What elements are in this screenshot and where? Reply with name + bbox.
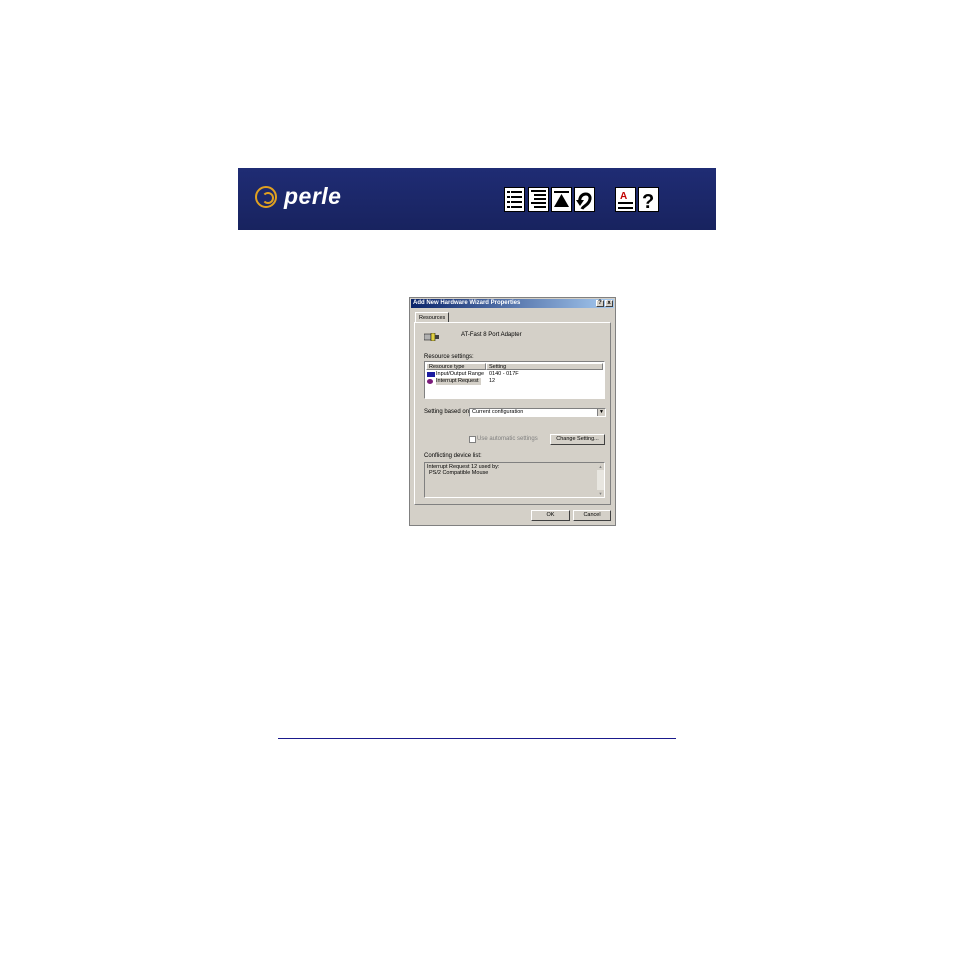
table-row[interactable]: Input/Output Range 0140 - 017F [426, 371, 603, 378]
chevron-down-icon[interactable]: ▼ [597, 409, 605, 416]
setting-based-on-label: Setting based on: [424, 409, 471, 415]
glossary-icon[interactable]: A [615, 187, 636, 212]
perle-logo-icon [255, 186, 277, 208]
scroll-up-icon[interactable]: ▲ [597, 463, 604, 470]
resource-settings-list[interactable]: Resource type Setting Input/Output Range… [424, 361, 605, 399]
resource-type-cell: Input/Output Range [436, 371, 485, 377]
setting-based-on-select[interactable]: Current configuration ▼ [469, 408, 606, 417]
ok-button[interactable]: OK [531, 510, 570, 521]
table-row[interactable]: Interrupt Request 12 [426, 378, 603, 385]
footer-divider [278, 738, 676, 739]
column-header-resource-type[interactable]: Resource type [426, 363, 486, 370]
svg-text:?: ? [642, 191, 654, 211]
device-name: AT-Fast 8 Port Adapter [461, 332, 522, 338]
conflicting-device-list[interactable]: Interrupt Request 12 used by: PS/2 Compa… [424, 462, 605, 498]
auto-settings-checkbox[interactable] [469, 436, 476, 443]
dialog-titlebar: Add New Hardware Wizard Properties ? x [411, 299, 614, 308]
column-header-setting[interactable]: Setting [486, 363, 603, 370]
perle-banner: perle A ? [238, 168, 716, 230]
setting-cell: 12 [489, 378, 496, 384]
conflict-line: PS/2 Compatible Mouse [429, 470, 489, 476]
cancel-button[interactable]: Cancel [573, 510, 611, 521]
help-icon[interactable]: ? [638, 187, 659, 212]
io-range-icon [427, 372, 435, 377]
index-icon[interactable] [528, 187, 549, 212]
hardware-properties-dialog: Add New Hardware Wizard Properties ? x R… [409, 297, 616, 526]
conflict-label: Conflicting device list: [424, 453, 482, 459]
irq-icon [427, 379, 433, 384]
setting-cell: 0140 - 017F [489, 371, 519, 377]
dialog-title: Add New Hardware Wizard Properties [413, 300, 521, 306]
scroll-down-icon[interactable]: ▼ [597, 490, 604, 497]
titlebar-close-button[interactable]: x [605, 300, 613, 307]
titlebar-help-button[interactable]: ? [596, 300, 604, 307]
back-icon[interactable] [574, 187, 595, 212]
conflict-list-scrollbar[interactable]: ▲ ▼ [597, 463, 604, 497]
change-setting-button[interactable]: Change Setting... [550, 434, 605, 445]
setting-based-on-value: Current configuration [472, 409, 524, 415]
top-of-page-icon[interactable] [551, 187, 572, 212]
brand-name: perle [284, 183, 342, 209]
resource-type-cell: Interrupt Request [436, 378, 481, 385]
auto-settings-label: Use automatic settings [477, 436, 538, 442]
svg-text:A: A [620, 191, 627, 202]
resource-settings-label: Resource settings: [424, 354, 474, 360]
contents-icon[interactable] [504, 187, 525, 212]
device-adapter-icon [424, 333, 439, 341]
